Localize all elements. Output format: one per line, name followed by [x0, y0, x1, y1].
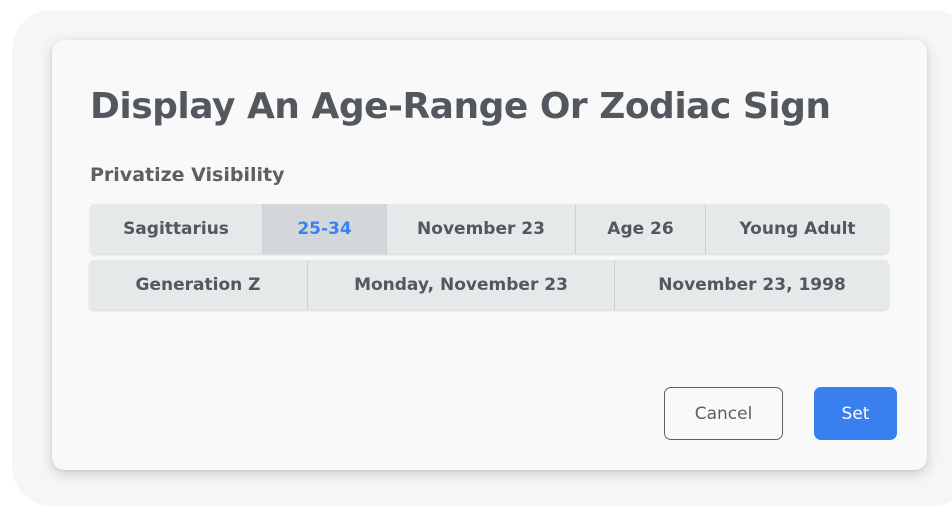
option-weekday-date[interactable]: Monday, November 23 [308, 260, 615, 310]
option-zodiac-sign[interactable]: Sagittarius [90, 204, 263, 254]
set-button[interactable]: Set [814, 387, 897, 440]
visibility-options-row-2: Generation Z Monday, November 23 Novembe… [89, 260, 889, 310]
dialog-title: Display An Age-Range Or Zodiac Sign [90, 86, 831, 127]
cancel-button[interactable]: Cancel [664, 387, 783, 440]
option-life-stage[interactable]: Young Adult [706, 204, 889, 254]
option-age-range[interactable]: 25-34 [263, 204, 387, 254]
option-birth-month-day[interactable]: November 23 [387, 204, 576, 254]
visibility-dialog: Display An Age-Range Or Zodiac Sign Priv… [52, 40, 927, 470]
option-generation[interactable]: Generation Z [89, 260, 308, 310]
option-age[interactable]: Age 26 [576, 204, 706, 254]
section-label: Privatize Visibility [90, 164, 285, 186]
visibility-options-row-1: Sagittarius 25-34 November 23 Age 26 You… [90, 204, 889, 254]
option-full-birthdate[interactable]: November 23, 1998 [615, 260, 889, 310]
